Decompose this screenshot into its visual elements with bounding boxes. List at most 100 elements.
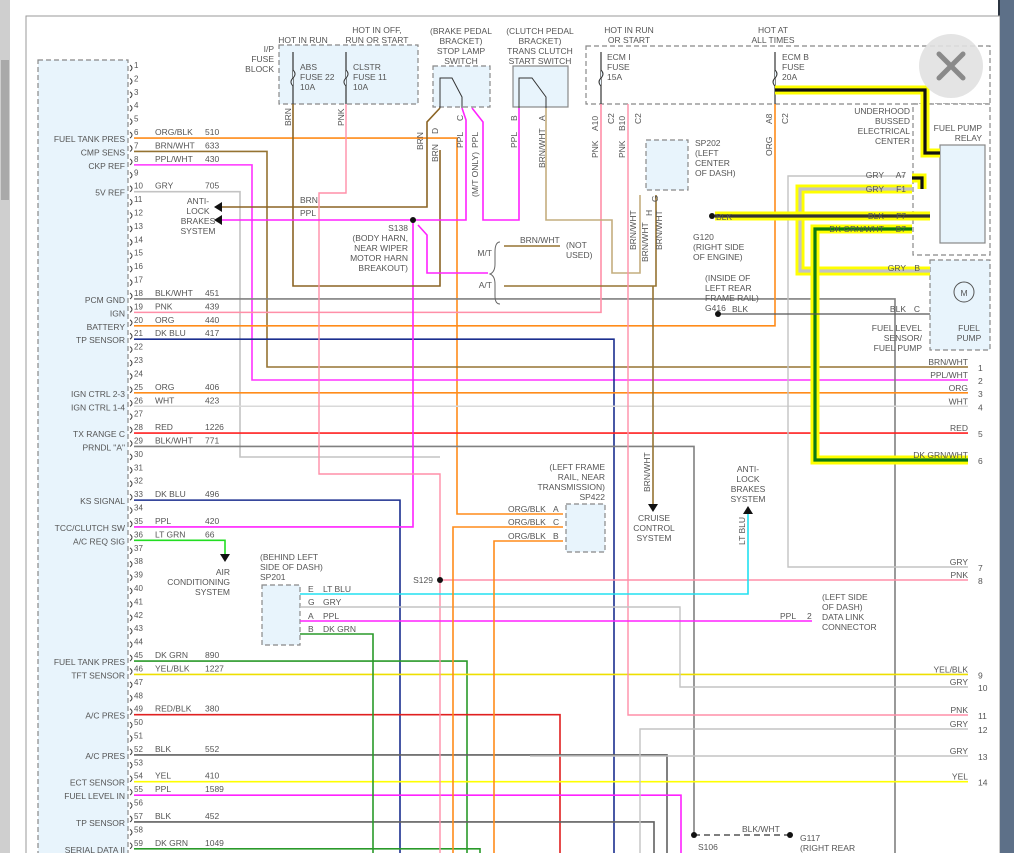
label-sp422: (LEFT FRAME bbox=[549, 462, 605, 472]
pin-number: 4 bbox=[134, 101, 139, 110]
wire-label-pnk2: PNK bbox=[617, 140, 627, 158]
label-abs-system-1: BRAKES bbox=[181, 216, 216, 226]
pin-label: TFT SENSOR bbox=[71, 670, 125, 680]
pin-label: IGN bbox=[110, 308, 125, 318]
wire-label-sp201-b-wire: DK GRN bbox=[323, 624, 356, 634]
pin-number: 3 bbox=[134, 88, 139, 97]
wire-label-cruise-brnwht: BRN/WHT bbox=[642, 452, 652, 492]
label-s138: NEAR WIPER bbox=[354, 243, 408, 253]
wire-label-abs-ppl-h: PPL bbox=[300, 208, 316, 218]
pin-circuit-number: 890 bbox=[205, 650, 219, 660]
pin-wire-color: DK BLU bbox=[155, 489, 186, 499]
label-s138: BREAKOUT) bbox=[358, 263, 408, 273]
pin-label: FUEL LEVEL IN bbox=[64, 791, 125, 801]
wire-label-sp201-e: E bbox=[308, 584, 314, 594]
label-hot-run-start: HOT IN RUN bbox=[604, 25, 653, 35]
wire-label-pump-gry: GRY bbox=[888, 263, 907, 273]
label-underhood: ELECTRICAL bbox=[858, 126, 911, 136]
wire-label-g120-blk: BLK bbox=[716, 212, 732, 222]
pin-circuit-number: 420 bbox=[205, 516, 219, 526]
wire-label-sp422-a-wire: ORG/BLK bbox=[508, 504, 546, 514]
pin-number: 18 bbox=[134, 289, 143, 298]
label-dlc: (LEFT SIDE bbox=[822, 592, 868, 602]
pin-number: 34 bbox=[134, 504, 143, 513]
pin-number: 39 bbox=[134, 571, 143, 580]
label-sp202: (LEFT bbox=[695, 148, 719, 158]
pin-wire-color: BLK/WHT bbox=[155, 288, 193, 298]
label-dlc: DATA LINK bbox=[822, 612, 865, 622]
pin-wire-color: WHT bbox=[155, 395, 174, 405]
output-wire-label: GRY bbox=[950, 557, 969, 567]
output-wire-label: BRN/WHT bbox=[928, 357, 968, 367]
label-fuel-pump-relay: RELAY bbox=[955, 133, 983, 143]
label-mt: M/T bbox=[477, 248, 492, 258]
wire-label-sp202-g: G bbox=[650, 195, 660, 202]
pin-number: 16 bbox=[134, 262, 143, 271]
output-number: 3 bbox=[978, 389, 983, 399]
output-wire-label: PPL/WHT bbox=[930, 370, 968, 380]
output-number: 9 bbox=[978, 670, 983, 680]
pin-number: 33 bbox=[134, 490, 143, 499]
pin-number: 47 bbox=[134, 678, 143, 687]
pin-circuit-number: 439 bbox=[205, 301, 219, 311]
sp202-box bbox=[645, 139, 689, 191]
output-wire-label: GRY bbox=[950, 719, 969, 729]
wire-label-sp422-a: A bbox=[553, 504, 559, 514]
pin-wire-color: ORG bbox=[155, 315, 174, 325]
label-sp422: TRANSMISSION) bbox=[537, 482, 605, 492]
label-ip-fuse-block: I/P bbox=[264, 44, 275, 54]
label-clstr-fuse: 10A bbox=[353, 82, 368, 92]
label-underhood: CENTER bbox=[875, 136, 910, 146]
label-g416: (INSIDE OF bbox=[705, 273, 750, 283]
wire-label-clutch-a: A bbox=[537, 115, 547, 121]
wire-label-sp201-g-wire: GRY bbox=[323, 597, 342, 607]
pin-circuit-number: 452 bbox=[205, 811, 219, 821]
label-sp422: SP422 bbox=[579, 492, 605, 502]
output-wire-label: RED bbox=[950, 423, 968, 433]
label-abs-system-2: ANTI- bbox=[737, 464, 759, 474]
label-ecm-b-fuse: 20A bbox=[782, 72, 797, 82]
label-sp202: OF DASH) bbox=[695, 168, 736, 178]
pin-wire-color: BRN/WHT bbox=[155, 140, 195, 150]
close-button[interactable] bbox=[919, 34, 983, 98]
label-s106: S106 bbox=[698, 842, 718, 852]
pin-wire-color: DK GRN bbox=[155, 838, 188, 848]
pin-number: 13 bbox=[134, 222, 143, 231]
label-not-used: USED) bbox=[566, 250, 593, 260]
label-not-used: (NOT bbox=[566, 240, 587, 250]
pin-number: 37 bbox=[134, 544, 143, 553]
wire-label-sp201-a: A bbox=[308, 611, 314, 621]
pin-wire-color: PNK bbox=[155, 301, 173, 311]
label-fuel-pump-relay: FUEL PUMP bbox=[934, 123, 983, 133]
pin-number: 55 bbox=[134, 785, 143, 794]
wire-label-relay-gry-a7: GRY bbox=[866, 170, 885, 180]
clutch-switch bbox=[512, 65, 569, 108]
pin-wire-color: DK GRN bbox=[155, 650, 188, 660]
label-underhood: BUSSED bbox=[875, 116, 910, 126]
pin-label: PCM GND bbox=[85, 295, 125, 305]
label-clstr-fuse: FUSE 11 bbox=[353, 72, 387, 82]
label-motor: M bbox=[960, 288, 967, 298]
label-sp201: SIDE OF DASH) bbox=[260, 562, 323, 572]
pin-number: 19 bbox=[134, 302, 143, 311]
wire-label-sp202-brnwht3: BRN/WHT bbox=[654, 210, 664, 250]
label-g416: FRAME RAIL) bbox=[705, 293, 759, 303]
wire-label-relay-f7: F7 bbox=[896, 211, 906, 221]
pin-number: 24 bbox=[134, 369, 143, 378]
pin-circuit-number: 423 bbox=[205, 395, 219, 405]
label-g117: (RIGHT REAR bbox=[800, 843, 855, 853]
label-abs-system-2: SYSTEM bbox=[731, 494, 766, 504]
pin-wire-color: RED bbox=[155, 422, 173, 432]
wire-label-pump-c: C bbox=[914, 304, 920, 314]
label-sp201: (BEHIND LEFT bbox=[260, 552, 318, 562]
pin-number: 59 bbox=[134, 839, 143, 848]
wire-label-mt-brnwht: BRN/WHT bbox=[520, 235, 560, 245]
right-scrollbar[interactable] bbox=[998, 0, 1014, 853]
pin-circuit-number: 440 bbox=[205, 315, 219, 325]
pin-wire-color: RED/BLK bbox=[155, 704, 192, 714]
label-ecm-b-fuse: ECM B bbox=[782, 52, 809, 62]
wire-label-s106-blkwht: BLK/WHT bbox=[742, 824, 780, 834]
pin-circuit-number: 410 bbox=[205, 771, 219, 781]
label-sp422: RAIL, NEAR bbox=[558, 472, 605, 482]
label-clstr-fuse: CLSTR bbox=[353, 62, 381, 72]
